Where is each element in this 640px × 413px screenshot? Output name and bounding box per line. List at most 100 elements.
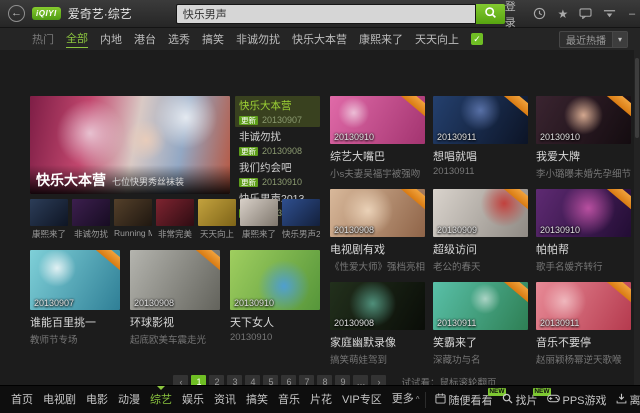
strip-item[interactable]: 康熙来了 [30,199,68,240]
message-icon[interactable] [579,8,592,19]
strip-item[interactable]: 非诚勿扰 [72,199,110,240]
strip-item[interactable]: 非常完美 [156,199,194,240]
video-title[interactable]: 笑霸来了 [433,334,528,350]
episode-item[interactable]: 我们约会吧 更新20130910 [235,158,320,189]
video-card[interactable]: 20130909 超级访问 老公的春天 [433,189,528,273]
video-title[interactable]: 综艺大嘴巴 [330,148,425,164]
episode-title: 快乐大本营 [239,98,316,113]
filter-item-kangxilaile[interactable]: 康熙来了 [359,31,403,47]
nav-item-news[interactable]: 资讯 [209,386,241,413]
video-date: 20130911 [540,318,579,328]
favorites-icon[interactable]: ★ [557,8,568,20]
video-thumbnail: 20130908 [330,189,425,237]
nav-item-vip[interactable]: VIP专区 [337,386,387,413]
video-title[interactable]: 想唱就唱 [433,148,528,164]
nav-item-home[interactable]: 首页 [6,386,38,413]
shortcut-label: 离线观看 [630,392,640,408]
nav-item-movies[interactable]: 电影 [81,386,113,413]
strip-item[interactable]: 康熙来了 [240,199,278,240]
strip-caption: 天天向上 [198,228,236,240]
filter-item-kuailedabenying[interactable]: 快乐大本营 [292,31,347,47]
filter-item-hktw[interactable]: 港台 [134,31,156,47]
strip-thumbnail [30,199,68,226]
video-subtitle: 起底欧美车震走光 [130,332,220,346]
strip-item[interactable]: Running Man [114,199,152,240]
left-card-row: 20130907 谁能百里挑一 教师节专场 20130908 环球影视 起底欧美… [30,250,320,346]
dropdown-menu-icon[interactable] [603,9,616,19]
video-subtitle: 李小璐曝未婚先孕细节 [536,166,631,180]
minimize-button[interactable]: – [627,8,637,20]
strip-caption: 非常完美 [156,228,194,240]
video-title[interactable]: 家庭幽默录像 [330,334,425,350]
featured-poster[interactable]: 快乐大本营 七位快男秀丝袜装 [30,96,230,194]
video-title[interactable]: 超级访问 [433,241,528,257]
corner-ribbon [398,96,425,120]
video-subtitle: 20130911 [433,166,528,177]
history-icon[interactable] [533,7,546,20]
video-card[interactable]: 20130908 电视剧有戏 《性爱大师》强档亮相 [330,189,425,273]
caret-up-icon: ^ [416,395,420,404]
filter-item-mainland[interactable]: 内地 [100,31,122,47]
video-title[interactable]: 我爱大牌 [536,148,631,164]
filter-item-talent[interactable]: 选秀 [168,31,190,47]
nav-item-music[interactable]: 音乐 [273,386,305,413]
filter-item-tiantianxiangshang[interactable]: 天天向上 [415,31,459,47]
strip-item[interactable]: 快乐男声2013 [282,199,320,240]
shortcut-browse[interactable]: 随便看看 NEW [435,392,493,408]
video-thumbnail: 20130910 [536,189,631,237]
video-thumbnail: 20130911 [536,282,631,330]
nav-item-clips[interactable]: 片花 [305,386,337,413]
back-button[interactable]: ← [8,5,25,22]
shortcut-offline-viewing[interactable]: 离线观看 [616,392,640,408]
video-title[interactable]: 电视剧有戏 [330,241,425,257]
episode-title: 我们约会吧 [239,160,316,175]
video-thumbnail: 20130910 [330,96,425,144]
login-link[interactable]: 登录 [505,0,523,30]
video-card[interactable]: 20130911 音乐不要停 赵丽颖杨幂逆天歌喉 [536,282,631,366]
nav-item-tv-series[interactable]: 电视剧 [38,386,81,413]
video-date: 20130907 [34,298,74,308]
video-thumbnail: 20130907 [30,250,120,310]
filter-check-icon[interactable]: ✓ [471,33,483,45]
app-title: 爱奇艺·综艺 [68,5,132,22]
episode-item[interactable]: 非诚勿扰 更新20130908 [235,127,320,158]
shortcut-label: PPS游戏 [563,392,607,408]
video-card[interactable]: 20130907 谁能百里挑一 教师节专场 [30,250,120,346]
shortcut-find-video[interactable]: 找片 NEW [502,392,538,408]
strip-caption: 康熙来了 [240,228,278,240]
video-title[interactable]: 谁能百里挑一 [30,314,120,330]
filter-item-feichengwurao[interactable]: 非诚勿扰 [236,31,280,47]
video-title[interactable]: 天下女人 [230,314,320,330]
nav-item-anime[interactable]: 动漫 [113,386,145,413]
scrollbar-track[interactable] [634,50,640,385]
video-thumbnail: 20130908 [130,250,220,310]
search-button[interactable] [476,4,505,24]
video-card[interactable]: 20130910 我爱大牌 李小璐曝未婚先孕细节 [536,96,631,180]
search-input[interactable] [176,4,476,24]
episode-item[interactable]: 快乐大本营 更新20130907 [235,96,320,127]
filter-item-comedy[interactable]: 搞笑 [202,31,224,47]
filter-item-all[interactable]: 全部 [66,30,88,48]
nav-item-variety[interactable]: 综艺 [145,386,177,413]
video-card[interactable]: 20130910 综艺大嘴巴 小s夫妻吴福宇被强吻 [330,96,425,180]
video-title[interactable]: 音乐不要停 [536,334,631,350]
shortcut-pps-games[interactable]: PPS游戏 [547,392,607,408]
strip-item[interactable]: 天天向上 [198,199,236,240]
video-card[interactable]: 20130908 环球影视 起底欧美车震走光 [130,250,220,346]
nav-item-comedy[interactable]: 搞笑 [241,386,273,413]
video-subtitle: 教师节专场 [30,332,120,346]
video-title[interactable]: 帕帕帮 [536,241,631,257]
video-card[interactable]: 20130911 笑霸来了 深藏功与名 [433,282,528,366]
featured-subtitle: 七位快男秀丝袜装 [112,175,184,188]
scrollbar-thumb[interactable] [635,58,639,138]
filter-group-label: 热门 [32,31,54,47]
active-tab-caret-icon [157,386,165,390]
nav-item-entertainment[interactable]: 娱乐 [177,386,209,413]
nav-item-more[interactable]: 更多^ [387,385,425,413]
video-title[interactable]: 环球影视 [130,314,220,330]
sort-dropdown[interactable]: 最近热播 ▾ [559,31,628,48]
video-card[interactable]: 20130910 帕帕帮 歌手名媛齐转行 [536,189,631,273]
video-card[interactable]: 20130911 想唱就唱 20130911 [433,96,528,180]
video-card[interactable]: 20130910 天下女人 20130910 [230,250,320,346]
video-card[interactable]: 20130908 家庭幽默录像 搞笑萌娃驾到 [330,282,425,366]
